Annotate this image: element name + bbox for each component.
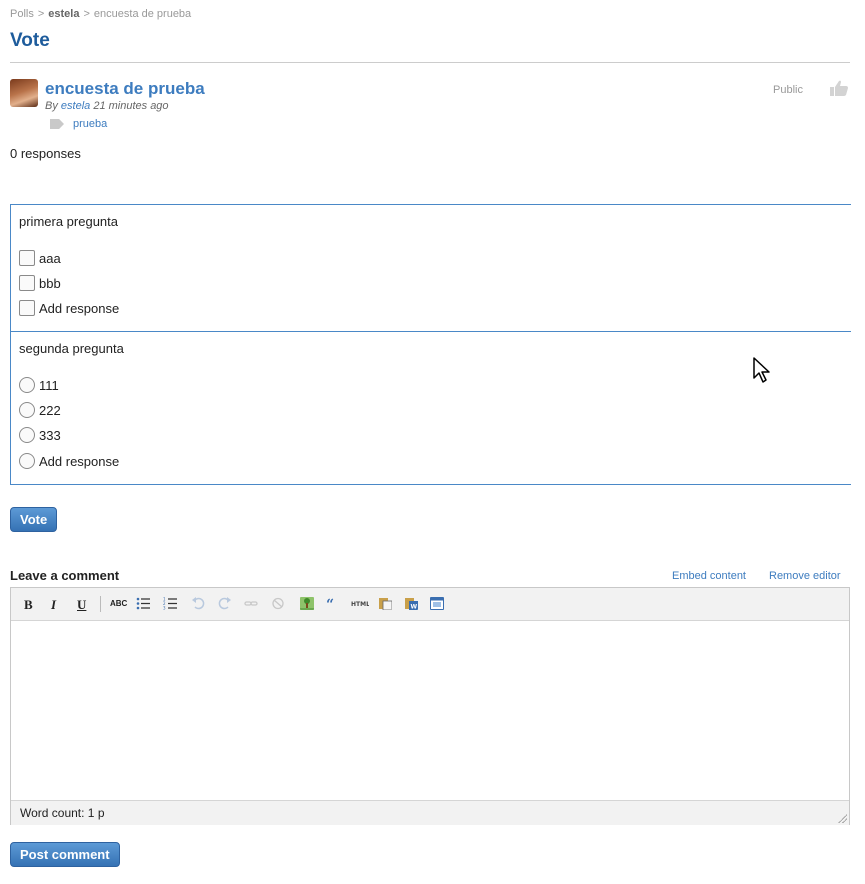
question-text: segunda pregunta	[19, 341, 124, 356]
breadcrumb-user[interactable]: estela	[48, 8, 79, 20]
option-radio[interactable]: 333	[19, 427, 61, 443]
link-icon[interactable]	[244, 597, 258, 610]
mouse-cursor-icon	[753, 357, 770, 383]
bullet-list-icon[interactable]	[136, 597, 150, 610]
byline-prefix: By	[45, 100, 58, 112]
image-icon[interactable]	[300, 597, 314, 610]
responses-count: 0 responses	[10, 146, 81, 161]
svg-text:HTML: HTML	[351, 601, 369, 608]
breadcrumb-separator: >	[83, 8, 90, 20]
option-label: aaa	[39, 250, 61, 266]
svg-text:“: “	[326, 597, 334, 610]
option-label: 333	[39, 427, 61, 443]
checkbox[interactable]	[19, 300, 35, 316]
radio[interactable]	[19, 453, 35, 469]
paste-icon[interactable]	[378, 597, 392, 610]
radio[interactable]	[19, 377, 35, 393]
resize-handle-icon[interactable]	[837, 813, 847, 823]
underline-button[interactable]: U	[77, 597, 86, 612]
author-link[interactable]: estela	[61, 100, 90, 112]
numbered-list-icon[interactable]: 123	[163, 597, 177, 610]
breadcrumb-polls[interactable]: Polls	[10, 8, 34, 20]
option-label: bbb	[39, 275, 61, 291]
radio[interactable]	[19, 427, 35, 443]
spellcheck-button[interactable]: ABC	[110, 599, 127, 613]
undo-icon[interactable]	[191, 597, 205, 610]
question-block-1: primera pregunta aaa bbb Add response	[10, 204, 851, 331]
checkbox[interactable]	[19, 275, 35, 291]
unlink-icon[interactable]	[271, 597, 285, 610]
embed-content-link[interactable]: Embed content	[672, 570, 746, 582]
option-radio[interactable]: Add response	[19, 453, 119, 469]
italic-button[interactable]: I	[51, 597, 56, 612]
option-label: Add response	[39, 300, 120, 316]
poll-byline: By estela 21 minutes ago	[45, 100, 169, 112]
question-block-2: segunda pregunta 111 222 333 Add respons…	[10, 331, 851, 485]
option-radio[interactable]: 111	[19, 377, 59, 393]
word-count: Word count: 1 p	[20, 806, 105, 820]
tag-link[interactable]: prueba	[73, 118, 107, 130]
option-checkbox[interactable]: Add response	[19, 300, 119, 316]
option-label: 222	[39, 402, 61, 418]
option-label: 111	[39, 377, 59, 393]
vote-button[interactable]: Vote	[10, 507, 58, 532]
poll-time: 21 minutes ago	[93, 100, 169, 112]
title-divider	[10, 62, 850, 63]
word-count-bar: Word count: 1 p	[11, 800, 849, 825]
thumbs-up-icon[interactable]	[829, 79, 849, 97]
poll-title[interactable]: encuesta de prueba	[45, 79, 205, 99]
access-level: Public	[773, 84, 803, 96]
avatar[interactable]	[10, 79, 38, 107]
question-text: primera pregunta	[19, 214, 118, 229]
breadcrumb-current: encuesta de prueba	[93, 8, 192, 20]
tag-icon	[50, 119, 64, 129]
post-comment-button[interactable]: Post comment	[10, 842, 120, 867]
blockquote-icon[interactable]: “	[326, 597, 340, 610]
option-checkbox[interactable]: bbb	[19, 275, 61, 291]
breadcrumb: Polls > estela > encuesta de prueba	[10, 8, 191, 20]
svg-text:3: 3	[163, 606, 166, 611]
option-label: Add response	[39, 453, 120, 469]
toolbar-divider	[100, 596, 101, 612]
checkbox[interactable]	[19, 250, 35, 266]
radio[interactable]	[19, 402, 35, 418]
editor-toolbar: B I U ABC 123 “ HTML W	[11, 588, 849, 621]
bold-button[interactable]: B	[24, 597, 33, 612]
html-icon[interactable]: HTML	[351, 597, 369, 610]
comment-editor[interactable]: B I U ABC 123 “ HTML W Word count: 1 p	[10, 587, 850, 825]
page-title: Vote	[10, 30, 50, 51]
fullscreen-icon[interactable]	[430, 597, 444, 610]
remove-editor-link[interactable]: Remove editor	[769, 570, 841, 582]
option-radio[interactable]: 222	[19, 402, 61, 418]
paste-word-icon[interactable]: W	[404, 597, 418, 610]
option-checkbox[interactable]: aaa	[19, 250, 61, 266]
comment-heading: Leave a comment	[10, 568, 120, 583]
breadcrumb-separator: >	[37, 8, 45, 20]
redo-icon[interactable]	[218, 597, 232, 610]
svg-text:W: W	[411, 604, 418, 611]
